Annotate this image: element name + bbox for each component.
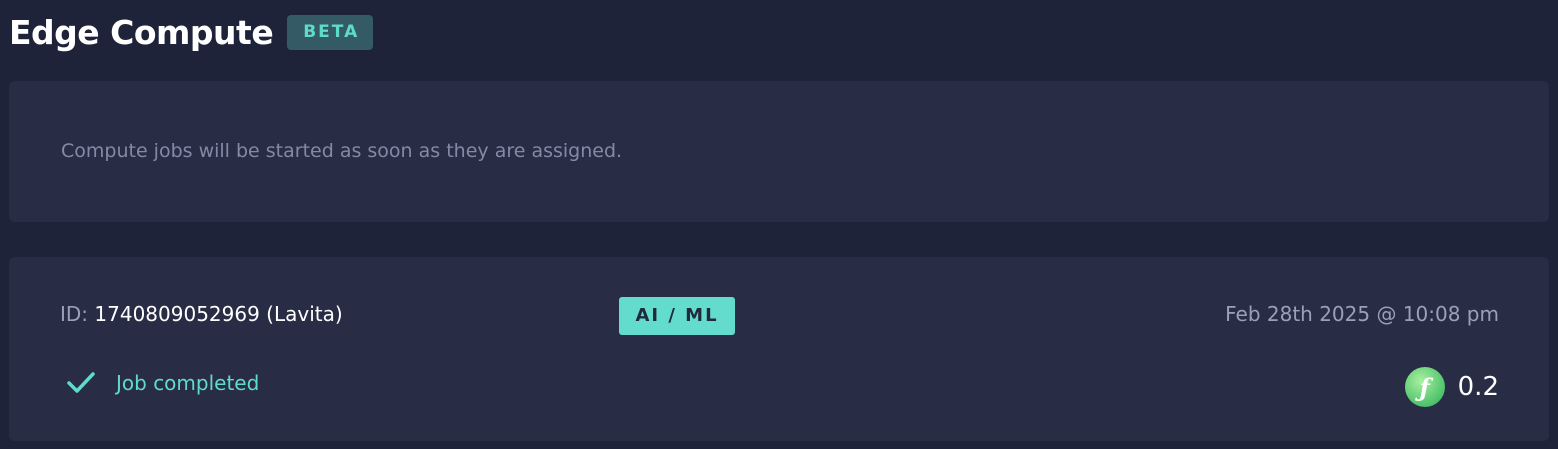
reward-value: 0.2 bbox=[1457, 372, 1499, 402]
info-card: Compute jobs will be started as soon as … bbox=[9, 81, 1549, 222]
job-id: ID: 1740809052969 (Lavita) bbox=[60, 302, 343, 326]
check-icon bbox=[67, 371, 95, 395]
job-reward: ƒ 0.2 bbox=[1404, 367, 1499, 407]
job-id-value: 1740809052969 (Lavita) bbox=[94, 302, 343, 326]
page-title: Edge Compute bbox=[9, 12, 274, 52]
info-message: Compute jobs will be started as soon as … bbox=[61, 140, 623, 162]
token-icon: ƒ bbox=[1404, 367, 1445, 407]
job-status: Job completed bbox=[67, 371, 259, 395]
beta-badge: BETA bbox=[287, 14, 374, 50]
job-timestamp: Feb 28th 2025 @ 10:08 pm bbox=[1225, 302, 1499, 326]
job-status-text: Job completed bbox=[116, 371, 260, 395]
job-id-label: ID: bbox=[60, 302, 89, 326]
category-badge: AI / ML bbox=[619, 297, 735, 335]
page-header: Edge Compute BETA bbox=[9, 10, 374, 54]
job-card[interactable]: ID: 1740809052969 (Lavita) AI / ML Feb 2… bbox=[9, 257, 1549, 441]
